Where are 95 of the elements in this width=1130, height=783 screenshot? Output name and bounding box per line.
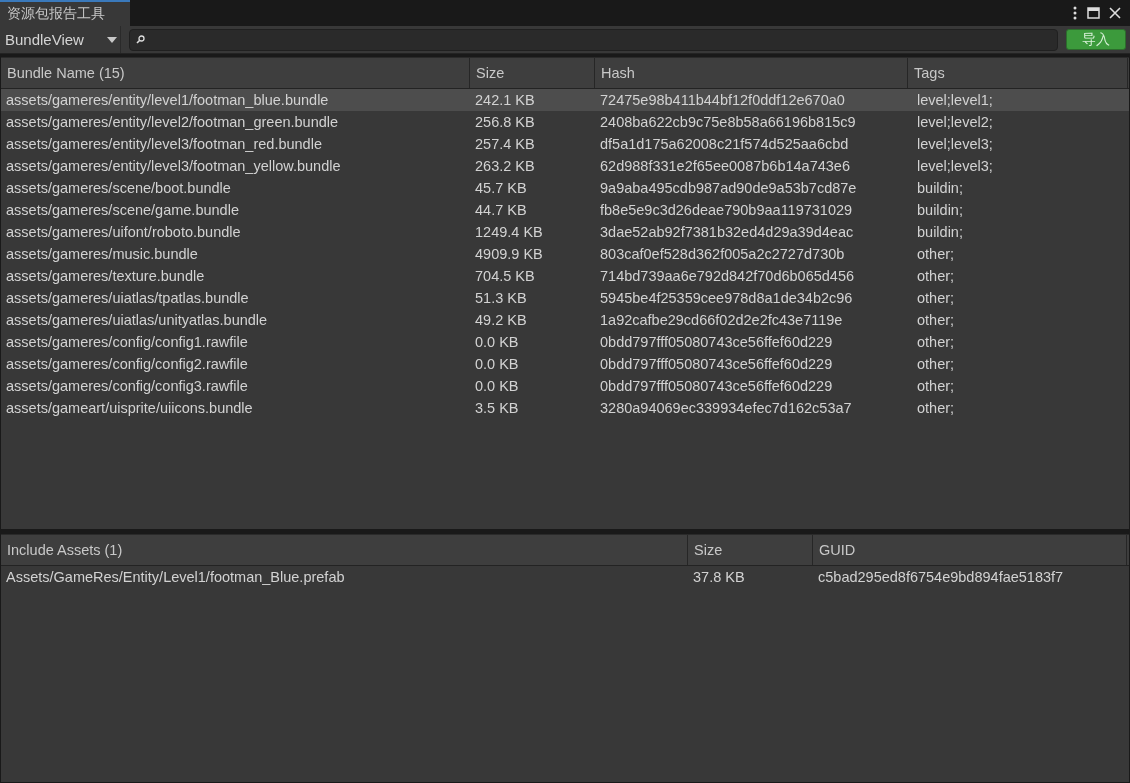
column-header[interactable]: Hash [595,58,908,88]
table-cell: 0.0 KB [475,378,519,394]
table-cell: assets/gameres/scene/game.bundle [6,202,239,218]
table-cell: assets/gameres/entity/level3/footman_red.bundle [6,136,322,152]
table-cell: other; [917,312,955,328]
table-cell: 44.7 KB [475,202,527,218]
table-cell: 256.8 KB [475,114,535,130]
table-cell: 714bd739aa6e792d842f70d6b065d456 [600,268,855,284]
window-tab[interactable]: 资源包报告工具 [0,0,130,26]
table-cell: level;level3; [917,136,993,152]
table-cell: assets/gameres/entity/level1/footman_blue.bundle [6,92,329,108]
table-cell: other; [917,356,955,372]
table-cell: 72475e98b411b44bf12f0ddf12e670a0 [600,92,845,108]
table-cell: assets/gameres/config/config3.rawfile [6,378,248,394]
table-cell: 5945be4f25359cee978d8a1de34b2c96 [600,290,853,306]
table-row[interactable]: Assets/GameRes/Entity/Level1/footman_Blue.prefab 37.8 KB c5bad295ed8f6754e9bd894fae5183f7 [1,566,1129,588]
table-row[interactable]: assets/gameres/texture.bundle 704.5 KB 714bd739aa6e792d842f70d6b065d456 other; [1,265,1129,287]
table-cell: level;level2; [917,114,993,130]
table-cell: fb8e5e9c3d26deae790b9aa119731029 [600,202,853,218]
maximize-icon[interactable] [1087,7,1100,19]
table-cell: 0.0 KB [475,334,519,350]
table-row[interactable]: assets/gameres/uiatlas/tpatlas.bundle 51.3 KB 5945be4f25359cee978d8a1de34b2c96 other; [1,287,1129,309]
table-row[interactable]: assets/gameres/entity/level1/footman_blue.bundle 242.1 KB 72475e98b411b44bf12f0ddf12e670a0 level;level1; [1,89,1129,111]
table-row[interactable]: assets/gameres/config/config2.rawfile 0.0 KB 0bdd797fff05080743ce56ffef60d229 other; [1,353,1129,375]
search-field[interactable] [129,28,1058,51]
table-cell: assets/gameres/config/config1.rawfile [6,334,248,350]
table-cell: other; [917,400,955,416]
table-cell: 1249.4 KB [475,224,543,240]
table-cell: 45.7 KB [475,180,527,196]
table-cell: 0bdd797fff05080743ce56ffef60d229 [600,378,833,394]
table-cell: assets/gameres/scene/boot.bundle [6,180,231,196]
table-cell: assets/gameres/entity/level2/footman_green.bundle [6,114,339,130]
table-cell: assets/gameres/uiatlas/unityatlas.bundle [6,312,268,328]
table-cell: 1a92cafbe29cd66f02d2e2fc43e7119e [600,312,843,328]
table-cell: assets/gameres/uifont/roboto.bundle [6,224,241,240]
column-header[interactable]: Tags [908,58,1128,88]
more-icon[interactable] [1072,6,1078,20]
table-cell: 242.1 KB [475,92,535,108]
table-cell: assets/gameres/config/config2.rawfile [6,356,248,372]
table-cell: other; [917,334,955,350]
table-cell: buildin; [917,180,963,196]
table-cell: 9a9aba495cdb987ad90de9a53b7cd87e [600,180,857,196]
table-row[interactable]: assets/gameres/entity/level3/footman_yellow.bundle 263.2 KB 62d988f331e2f65ee0087b6b14a743e6 level;level3; [1,155,1129,177]
table-row[interactable]: assets/gameres/uifont/roboto.bundle 1249.4 KB 3dae52ab92f7381b32ed4d29a39d4eac buildin; [1,221,1129,243]
table-cell: c5bad295ed8f6754e9bd894fae5183f7 [818,569,1064,585]
table-cell: buildin; [917,224,963,240]
table-cell: 2408ba622cb9c75e8b58a66196b815c9 [600,114,856,130]
column-header[interactable]: Bundle Name (15) [1,58,470,88]
table-row[interactable]: assets/gameart/uisprite/uiicons.bundle 3.5 KB 3280a94069ec339934efec7d162c53a7 other; [1,397,1129,419]
table-cell: assets/gameres/uiatlas/tpatlas.bundle [6,290,249,306]
table-row[interactable]: assets/gameres/music.bundle 4909.9 KB 803caf0ef528d362f005a2c2727d730b other; [1,243,1129,265]
table-cell: 3dae52ab92f7381b32ed4d29a39d4eac [600,224,854,240]
table-cell: assets/gameart/uisprite/uiicons.bundle [6,400,253,416]
table-cell: assets/gameres/texture.bundle [6,268,205,284]
table-cell: 3.5 KB [475,400,519,416]
table-cell: 51.3 KB [475,290,527,306]
table-cell: assets/gameres/entity/level3/footman_yellow.bundle [6,158,341,174]
table-cell: Assets/GameRes/Entity/Level1/footman_Blue.prefab [6,569,345,585]
column-header[interactable]: Size [470,58,595,88]
table-cell: buildin; [917,202,963,218]
table-row[interactable]: assets/gameres/scene/boot.bundle 45.7 KB 9a9aba495cdb987ad90de9a53b7cd87e buildin; [1,177,1129,199]
table-cell: 0bdd797fff05080743ce56ffef60d229 [600,334,833,350]
table-cell: level;level1; [917,92,993,108]
caret-icon [107,36,117,43]
table-row[interactable]: assets/gameres/config/config1.rawfile 0.0 KB 0bdd797fff05080743ce56ffef60d229 other; [1,331,1129,353]
table-cell: assets/gameres/music.bundle [6,246,198,262]
table-cell: 0bdd797fff05080743ce56ffef60d229 [600,356,833,372]
table-cell: 0.0 KB [475,356,519,372]
column-header[interactable]: Size [688,535,813,565]
table-cell: 263.2 KB [475,158,535,174]
table-cell: df5a1d175a62008c21f574d525aa6cbd [600,136,849,152]
table-cell: 62d988f331e2f65ee0087b6b14a743e6 [600,158,850,174]
table-cell: 3280a94069ec339934efec7d162c53a7 [600,400,852,416]
table-cell: 803caf0ef528d362f005a2c2727d730b [600,246,845,262]
search-icon [136,35,145,44]
table-cell: 49.2 KB [475,312,527,328]
table-cell: level;level3; [917,158,993,174]
column-header[interactable]: Include Assets (1) [1,535,688,565]
column-header[interactable]: GUID [813,535,1127,565]
table-cell: other; [917,290,955,306]
table-row[interactable]: assets/gameres/config/config3.rawfile 0.0 KB 0bdd797fff05080743ce56ffef60d229 other; [1,375,1129,397]
table-cell: 704.5 KB [475,268,535,284]
table-cell: other; [917,268,955,284]
table-cell: 37.8 KB [693,569,745,585]
table-row[interactable]: assets/gameres/entity/level2/footman_green.bundle 256.8 KB 2408ba622cb9c75e8b58a66196b815c9 level;level2; [1,111,1129,133]
table-cell: 257.4 KB [475,136,535,152]
table-cell: 4909.9 KB [475,246,543,262]
close-icon[interactable] [1109,7,1121,19]
table-row[interactable]: assets/gameres/entity/level3/footman_red.bundle 257.4 KB df5a1d175a62008c21f574d525aa6cbd level;level3; [1,133,1129,155]
view-label: BundleView [5,31,84,48]
table-cell: other; [917,246,955,262]
table-cell: other; [917,378,955,394]
table-row[interactable]: assets/gameres/uiatlas/unityatlas.bundle 49.2 KB 1a92cafbe29cd66f02d2e2fc43e7119e other; [1,309,1129,331]
view-dropdown[interactable]: BundleView [5,26,121,53]
table-row[interactable]: assets/gameres/scene/game.bundle 44.7 KB fb8e5e9c3d26deae790b9aa119731029 buildin; [1,199,1129,221]
